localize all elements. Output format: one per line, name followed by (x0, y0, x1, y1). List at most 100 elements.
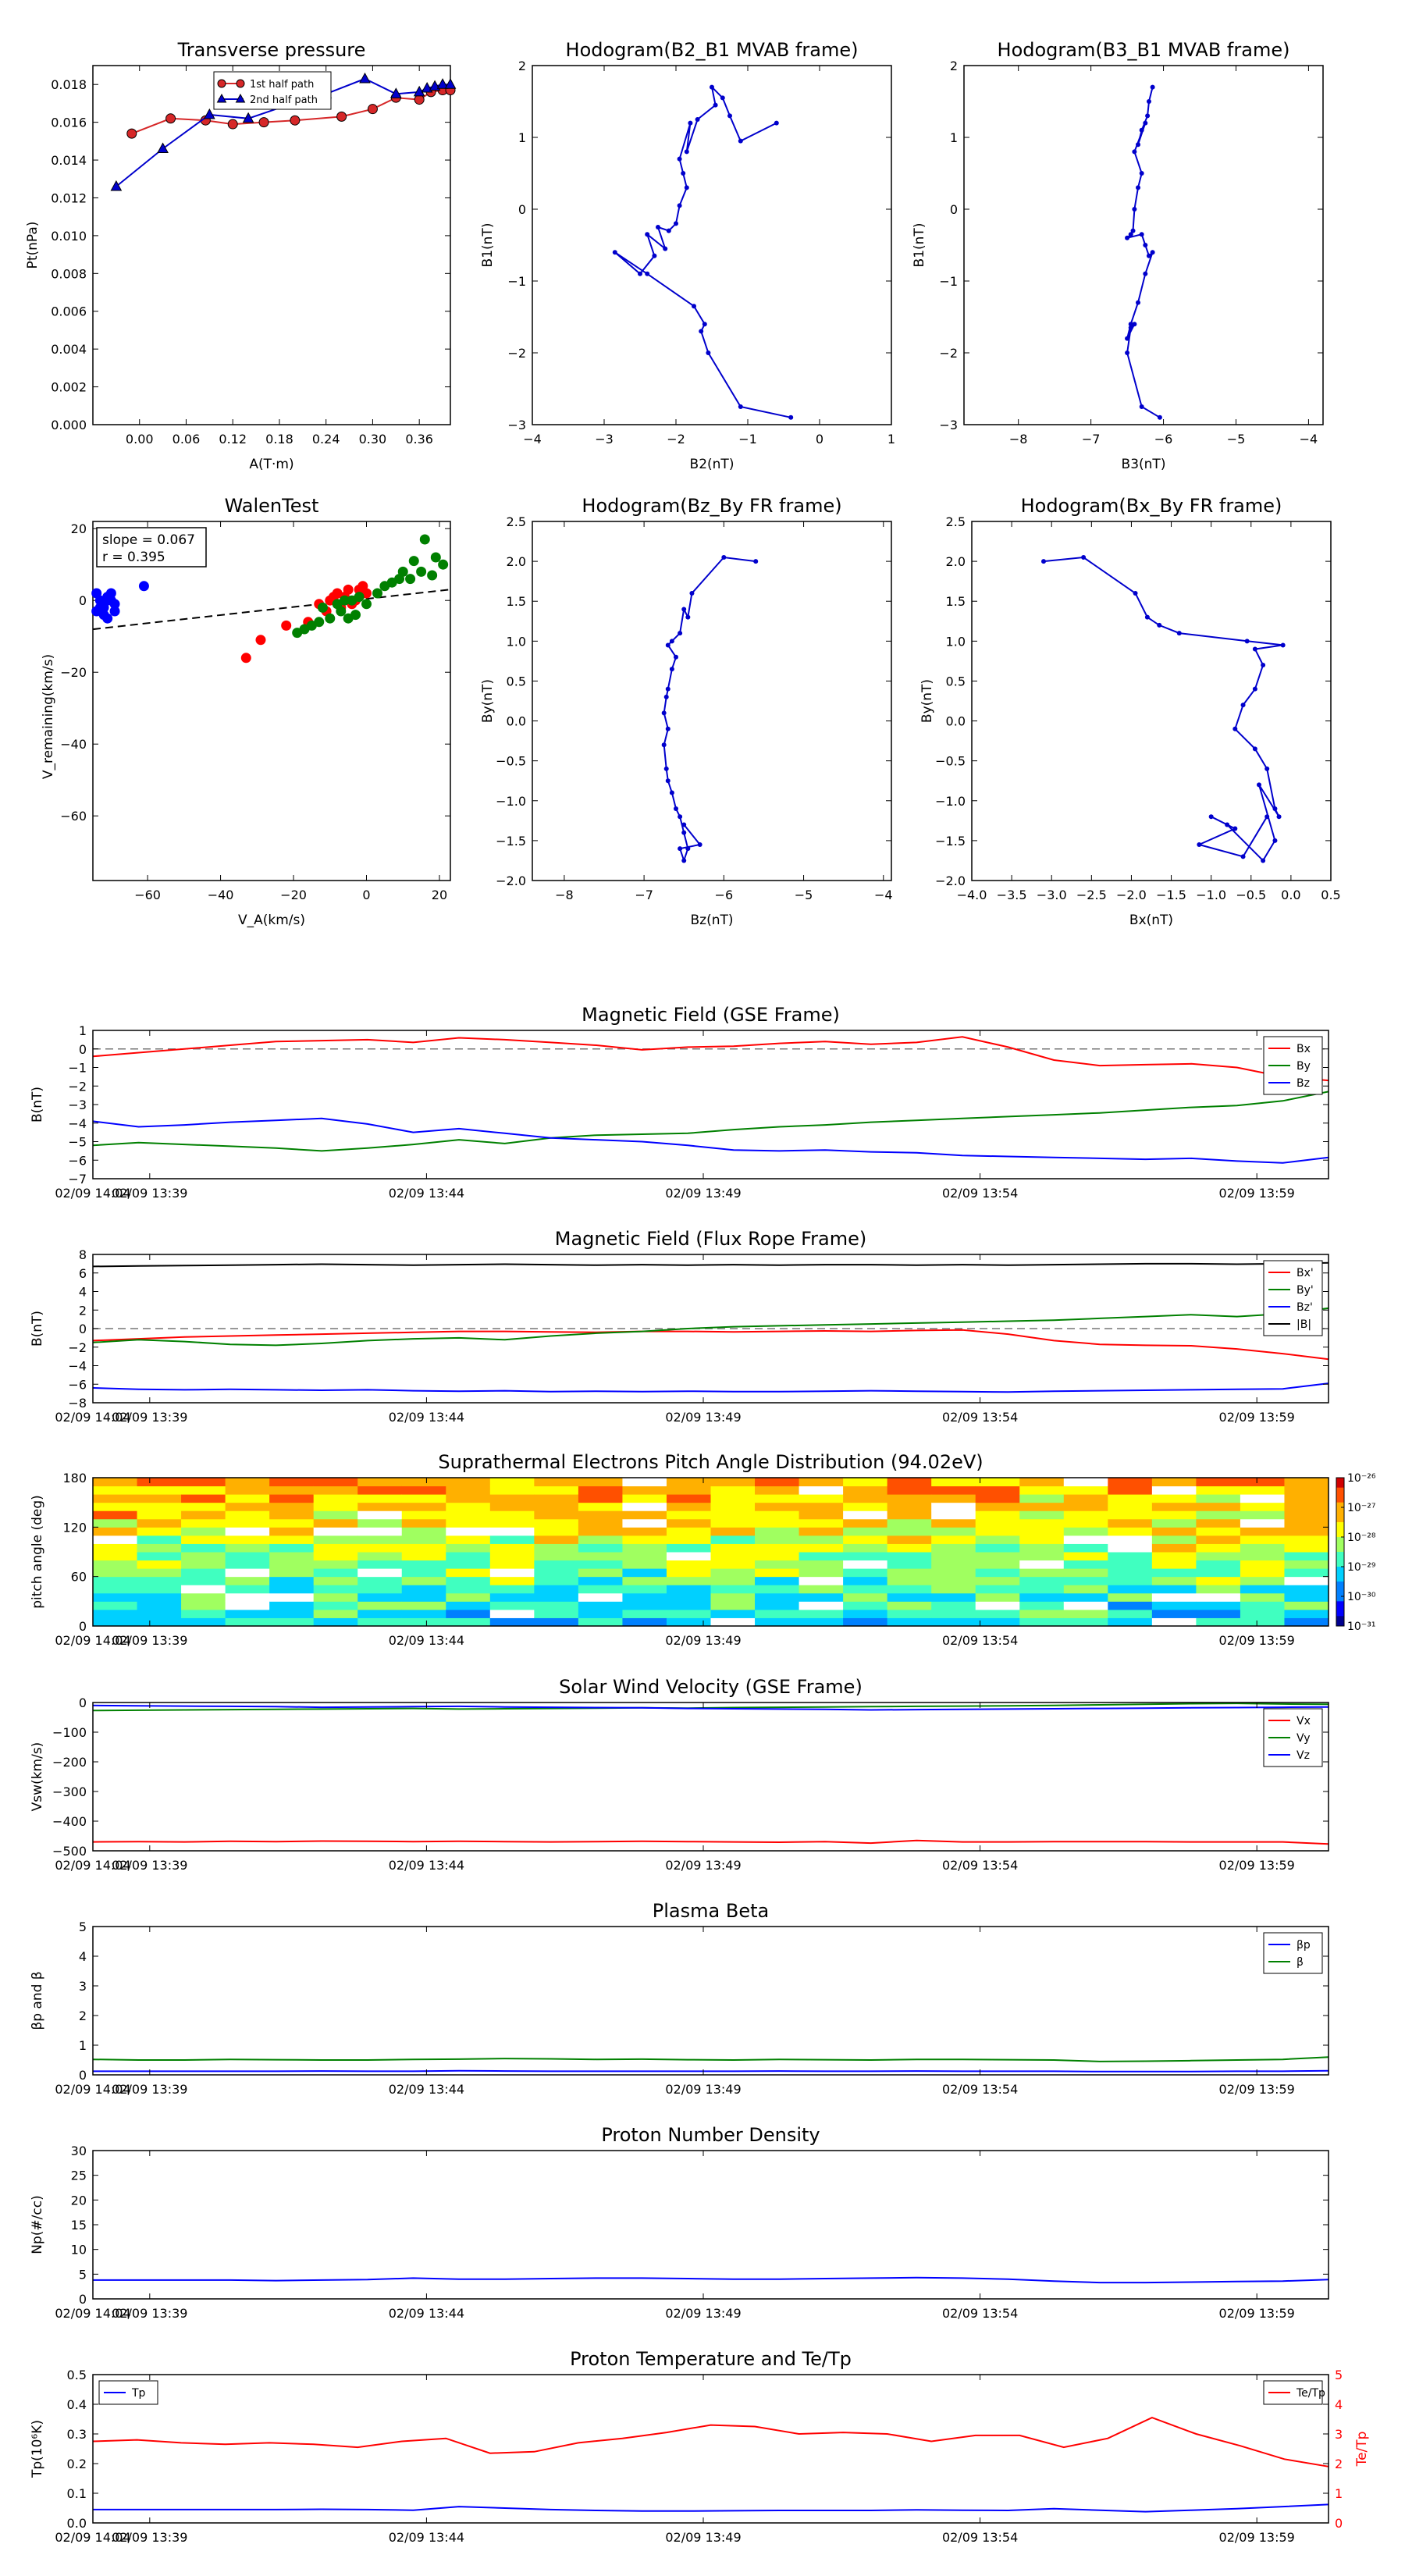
plot-frame (92, 1702, 1329, 1852)
heatmap-cell (1151, 1552, 1197, 1561)
chart-title: Hodogram(B2_B1 MVAB frame) (566, 39, 859, 61)
heatmap-cell (489, 1478, 535, 1487)
data-point (645, 232, 650, 237)
colorbar-segment (1336, 1517, 1344, 1523)
heatmap-cell (975, 1592, 1020, 1602)
heatmap-cell (1151, 1543, 1197, 1553)
heatmap-cell (578, 1502, 623, 1511)
x-tick-label: −1 (738, 432, 757, 447)
heatmap-cell (401, 1494, 446, 1503)
heatmap-cell (1063, 1485, 1108, 1495)
x-axis-label: A(T·m) (249, 457, 293, 472)
heatmap-cell (1284, 1560, 1329, 1569)
x-tick-label: −4 (874, 888, 893, 902)
heatmap-cell (666, 1494, 711, 1503)
heatmap-cell (401, 1568, 446, 1578)
heatmap-cell (181, 1576, 226, 1585)
x-tick-label: 0.30 (359, 432, 387, 447)
heatmap-cell (1284, 1527, 1329, 1536)
heatmap-cell (181, 1592, 226, 1602)
x-tick-label: 0.12 (219, 432, 247, 447)
heatmap-cell (710, 1527, 756, 1536)
x-tick-label: −1.5 (1156, 888, 1186, 902)
scatter-point (109, 599, 120, 610)
y-tick-label: 10 (71, 2243, 87, 2258)
heatmap-cell (137, 1478, 182, 1487)
y-tick-label: −500 (52, 1844, 87, 1859)
heatmap-cell (225, 1617, 270, 1627)
chart-walen: WalenTest −60 −40 −20 0 20 −60 −40 −20 0 20 V_A(km/… (41, 495, 451, 928)
colorbar-label: 10⁻²⁸ (1347, 1532, 1376, 1544)
data-point (1244, 639, 1250, 644)
y-tick-label: 1.0 (507, 634, 526, 649)
x-tick-label: −6 (715, 888, 734, 902)
y-axis-label: pitch angle (deg) (30, 1495, 45, 1609)
heatmap-cell (666, 1485, 711, 1495)
y-tick-label: −3 (68, 1098, 87, 1112)
x-tick-label: 02/09 13:44 (389, 1186, 464, 1201)
x-tick-label: −3.5 (997, 888, 1027, 902)
heatmap-cell (1284, 1485, 1329, 1495)
y-tick-label: −2 (68, 1079, 87, 1094)
y-axis-label: By(nT) (919, 679, 935, 723)
heatmap-cell (137, 1510, 182, 1520)
heatmap-cell (710, 1568, 756, 1578)
heatmap-cell (1019, 1592, 1065, 1602)
heatmap-cell (1108, 1485, 1153, 1495)
data-point (721, 555, 727, 560)
heatmap-cell (93, 1527, 138, 1536)
heatmap-cell (181, 1494, 226, 1503)
heatmap-cell (578, 1560, 623, 1569)
heatmap-cell (1019, 1478, 1065, 1487)
heatmap-cell (710, 1478, 756, 1487)
heatmap-cell (225, 1518, 270, 1528)
right-y-tick-label: 5 (1335, 2368, 1343, 2382)
x-tick-label: 02/09 13:49 (665, 1858, 741, 1873)
heatmap-cell (489, 1617, 535, 1627)
data-point (1133, 591, 1138, 596)
heatmap-cell (1284, 1576, 1329, 1585)
heatmap-cell (1063, 1502, 1108, 1511)
heatmap-cell (1196, 1502, 1241, 1511)
y-tick-label: −40 (60, 737, 87, 752)
heatmap-cell (887, 1502, 932, 1511)
data-point (1150, 84, 1155, 90)
heatmap-cell (931, 1585, 976, 1594)
series-line-0 (663, 556, 756, 863)
chart-title: Hodogram(B3_B1 MVAB frame) (998, 39, 1290, 61)
heatmap-cell (489, 1609, 535, 1618)
y-tick-label: −3 (507, 418, 526, 432)
data-point (645, 271, 650, 276)
heatmap-cell (578, 1601, 623, 1610)
heatmap-cell (1063, 1535, 1108, 1544)
y-tick-label: −0.5 (496, 754, 526, 769)
data-point (665, 642, 670, 648)
colorbar-segment (1336, 1571, 1344, 1578)
heatmap-cell (313, 1592, 358, 1602)
heatmap-cell (1240, 1518, 1285, 1528)
heatmap-cell (887, 1527, 932, 1536)
heatmap-cell (799, 1543, 844, 1553)
heatmap-cell (799, 1552, 844, 1561)
heatmap-cell (1284, 1601, 1329, 1610)
heatmap-cell (1196, 1552, 1241, 1561)
heatmap-cell (401, 1478, 446, 1487)
data-point (669, 667, 674, 672)
heatmap-cell (225, 1543, 270, 1553)
x-tick-label: 02/09 13:59 (1219, 1858, 1295, 1873)
data-point (1139, 127, 1144, 133)
heatmap-cell (534, 1576, 579, 1585)
heatmap-cell (975, 1535, 1020, 1544)
heatmap-cell (489, 1535, 535, 1544)
y-tick-label: 0.016 (51, 116, 87, 130)
y-tick-label: 2 (518, 59, 526, 73)
data-point (684, 185, 689, 190)
data-point (1125, 350, 1130, 355)
heatmap-cell (313, 1510, 358, 1520)
heatmap-cell (755, 1518, 800, 1528)
heatmap-cell (975, 1585, 1020, 1594)
heatmap-cell (1108, 1560, 1153, 1569)
heatmap-cell (357, 1535, 403, 1544)
data-point (1143, 271, 1148, 276)
heatmap-cell (446, 1502, 491, 1511)
